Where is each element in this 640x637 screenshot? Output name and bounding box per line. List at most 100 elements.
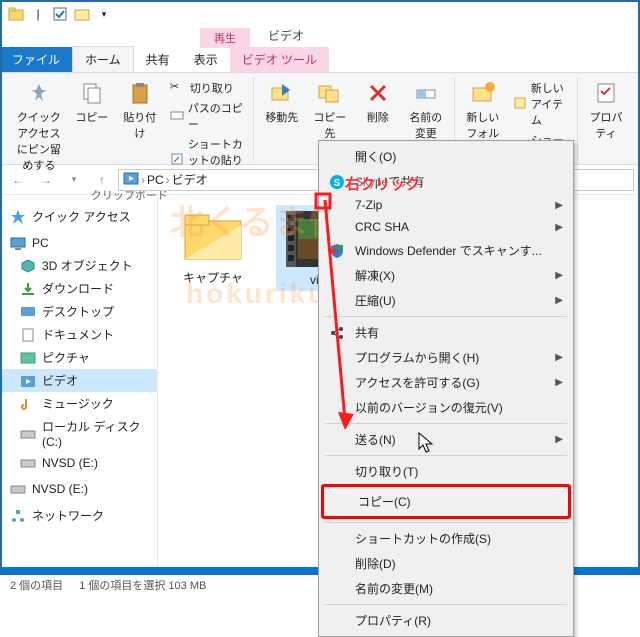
chevron-right-icon: ▶ [555, 200, 563, 211]
crumb-pc[interactable]: PC [147, 173, 164, 187]
ctx-delete[interactable]: 削除(D) [321, 551, 571, 576]
copyto-button[interactable]: コピー先 [308, 77, 352, 144]
forward-button[interactable]: → [34, 168, 58, 192]
tab-share[interactable]: 共有 [134, 47, 182, 72]
ctx-sendto[interactable]: 送る(N)▶ [321, 427, 571, 452]
disk-icon [20, 455, 36, 471]
chevron-right-icon: ▶ [555, 434, 563, 445]
ctx-rename[interactable]: 名前の変更(M) [321, 576, 571, 601]
chevron-right-icon: ▶ [555, 295, 563, 306]
ctx-crc[interactable]: CRC SHA▶ [321, 216, 571, 238]
back-button[interactable]: ← [6, 168, 30, 192]
tab-view[interactable]: 表示 [182, 47, 230, 72]
disk-icon [20, 426, 36, 442]
qat-dropdown-icon[interactable]: ▾ [94, 4, 114, 24]
tab-file[interactable]: ファイル [0, 47, 72, 72]
rename-icon [412, 79, 440, 107]
shortcut-icon [170, 152, 184, 168]
share-icon [329, 325, 345, 341]
copyto-icon [316, 79, 344, 107]
sidebar-item-localdisk[interactable]: ローカル ディスク (C:) [0, 415, 157, 452]
ribbon-group-props: プロパティ [578, 77, 634, 162]
sidebar-nvsd2[interactable]: NVSD (E:) [0, 478, 157, 500]
nav-sidebar: クイック アクセス PC 3D オブジェクト ダウンロード デスクトップ ドキュ… [0, 195, 158, 573]
window-title: ビデオ [250, 23, 316, 48]
star-icon [10, 209, 26, 225]
ctx-access[interactable]: アクセスを許可する(G)▶ [321, 370, 571, 395]
picture-icon [20, 350, 36, 366]
delete-icon [364, 79, 392, 107]
chevron-right-icon: ▶ [555, 377, 563, 388]
ctx-thaw[interactable]: 解凍(X)▶ [321, 263, 571, 288]
ctx-cut[interactable]: 切り取り(T) [321, 459, 571, 484]
ribbon-tabs: ファイル ホーム 共有 表示 ビデオ ツール [0, 48, 640, 73]
pin-icon [25, 79, 53, 107]
newitem-button[interactable]: 新しいアイテム [509, 79, 571, 129]
sidebar-pc[interactable]: PC [0, 232, 157, 254]
ctx-7zip[interactable]: 7-Zip▶ [321, 194, 571, 216]
crumb-video[interactable]: ビデオ [172, 171, 208, 188]
sidebar-item-downloads[interactable]: ダウンロード [0, 277, 157, 300]
context-menu: 開く(O) SSkypeで共有 7-Zip▶ CRC SHA▶ Windows … [318, 140, 574, 637]
svg-text:S: S [334, 178, 341, 189]
qat-folder-icon[interactable] [72, 4, 92, 24]
ctx-compress[interactable]: 圧縮(U)▶ [321, 288, 571, 313]
copy-path-button[interactable]: パスのコピー [166, 99, 247, 133]
sidebar-item-music[interactable]: ミュージック [0, 392, 157, 415]
sidebar-item-3d[interactable]: 3D オブジェクト [0, 254, 157, 277]
path-icon [170, 108, 184, 124]
ctx-defender[interactable]: Windows Defender でスキャンす... [321, 238, 571, 263]
newitem-icon [513, 96, 527, 112]
status-selection: 1 個の項目を選択 103 MB [79, 577, 206, 593]
desktop-icon [20, 304, 36, 320]
chevron-right-icon: ▶ [555, 352, 563, 363]
cut-button[interactable]: ✂切り取り [166, 79, 247, 97]
video-icon [20, 373, 36, 389]
paste-icon [126, 79, 154, 107]
properties-button[interactable]: プロパティ [584, 77, 628, 162]
sidebar-item-documents[interactable]: ドキュメント [0, 323, 157, 346]
tab-video-tools[interactable]: ビデオ ツール [230, 47, 329, 72]
ribbon-group-clipboard: クイック アクセス にピン留めする コピー 貼り付け ✂切り取り パスのコピー … [6, 77, 254, 162]
shield-icon [329, 243, 345, 259]
sidebar-item-video[interactable]: ビデオ [0, 369, 157, 392]
music-icon [20, 396, 36, 412]
copy-icon [78, 79, 106, 107]
moveto-button[interactable]: 移動先 [260, 77, 304, 144]
skype-icon: S [329, 174, 345, 190]
titlebar: | ▾ [0, 0, 640, 28]
dropdown-button[interactable]: ▾ [62, 168, 86, 192]
properties-icon [592, 79, 620, 107]
cursor-icon [418, 432, 436, 454]
download-icon [20, 281, 36, 297]
rename-button[interactable]: 名前の 変更 [404, 77, 448, 144]
ctx-openwith[interactable]: プログラムから開く(H)▶ [321, 345, 571, 370]
ctx-properties[interactable]: プロパティ(R) [321, 608, 571, 633]
pc-icon [10, 235, 26, 251]
moveto-icon [268, 79, 296, 107]
ctx-copy[interactable]: コピー(C) [321, 484, 571, 519]
sidebar-item-pictures[interactable]: ピクチャ [0, 346, 157, 369]
chevron-right-icon: ▶ [555, 270, 563, 281]
chevron-right-icon: ▶ [555, 222, 563, 233]
ctx-open[interactable]: 開く(O) [321, 144, 571, 169]
ctx-makeshortcut[interactable]: ショートカットの作成(S) [321, 526, 571, 551]
up-button[interactable]: ↑ [90, 168, 114, 192]
tab-home[interactable]: ホーム [72, 46, 134, 72]
status-count: 2 個の項目 [10, 577, 63, 593]
sidebar-network[interactable]: ネットワーク [0, 504, 157, 527]
doc-icon [20, 327, 36, 343]
ctx-prevversion[interactable]: 以前のバージョンの復元(V) [321, 395, 571, 420]
disk-icon [10, 481, 26, 497]
ctx-share[interactable]: 共有 [321, 320, 571, 345]
sidebar-item-desktop[interactable]: デスクトップ [0, 300, 157, 323]
network-icon [10, 508, 26, 524]
qat-checkbox-icon[interactable] [50, 4, 70, 24]
folder-icon [6, 4, 26, 24]
sidebar-quickaccess[interactable]: クイック アクセス [0, 205, 157, 228]
delete-button[interactable]: 削除 [356, 77, 400, 144]
video-folder-icon [123, 170, 139, 189]
newfolder-icon [469, 79, 497, 107]
cube-icon [20, 258, 36, 274]
sidebar-item-nvsd[interactable]: NVSD (E:) [0, 452, 157, 474]
